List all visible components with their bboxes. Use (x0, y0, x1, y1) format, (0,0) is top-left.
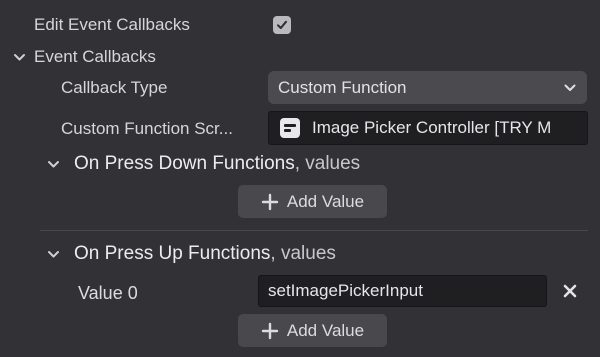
press-down-header[interactable]: On Press Down Functions, values (74, 153, 360, 175)
custom-function-script-label: Custom Function Scr... (61, 119, 233, 138)
close-icon[interactable] (562, 283, 578, 299)
custom-function-script-field[interactable]: Image Picker Controller [TRY M (268, 111, 588, 145)
plus-icon (261, 322, 279, 339)
value-0-field[interactable]: setImagePickerInput (258, 275, 547, 307)
chevron-down-icon (564, 84, 576, 91)
chevron-down-icon[interactable] (47, 248, 60, 261)
chevron-down-icon[interactable] (47, 158, 60, 171)
edit-event-callbacks-checkbox[interactable] (273, 16, 291, 34)
press-down-add-value-label: Add Value (286, 191, 365, 211)
value-0-label: Value 0 (78, 283, 138, 303)
press-down-title: On Press Down Functions (74, 153, 295, 174)
event-callbacks-foldout-label[interactable]: Event Callbacks (34, 47, 156, 67)
plus-icon (261, 193, 279, 210)
section-divider (40, 230, 588, 231)
press-up-suffix: , values (270, 243, 336, 264)
press-up-title: On Press Up Functions (74, 243, 271, 264)
press-down-suffix: , values (294, 153, 361, 174)
inspector-panel: Edit Event Callbacks Event Callbacks Cal… (0, 0, 600, 357)
value-0-text: setImagePickerInput (268, 281, 423, 300)
press-down-add-value-button[interactable]: Add Value (238, 185, 387, 218)
press-up-add-value-label: Add Value (286, 320, 365, 340)
custom-function-script-value: Image Picker Controller [TRY M (312, 118, 552, 137)
callback-type-dropdown[interactable]: Custom Function (268, 71, 587, 104)
callback-type-value: Custom Function (278, 77, 407, 97)
edit-event-callbacks-label: Edit Event Callbacks (34, 15, 190, 34)
press-up-header[interactable]: On Press Up Functions, values (74, 243, 336, 265)
checkmark-icon (277, 20, 287, 29)
chevron-down-icon[interactable] (13, 51, 26, 64)
press-up-add-value-button[interactable]: Add Value (238, 314, 387, 347)
script-component-icon (280, 118, 300, 138)
callback-type-label: Callback Type (61, 78, 168, 97)
